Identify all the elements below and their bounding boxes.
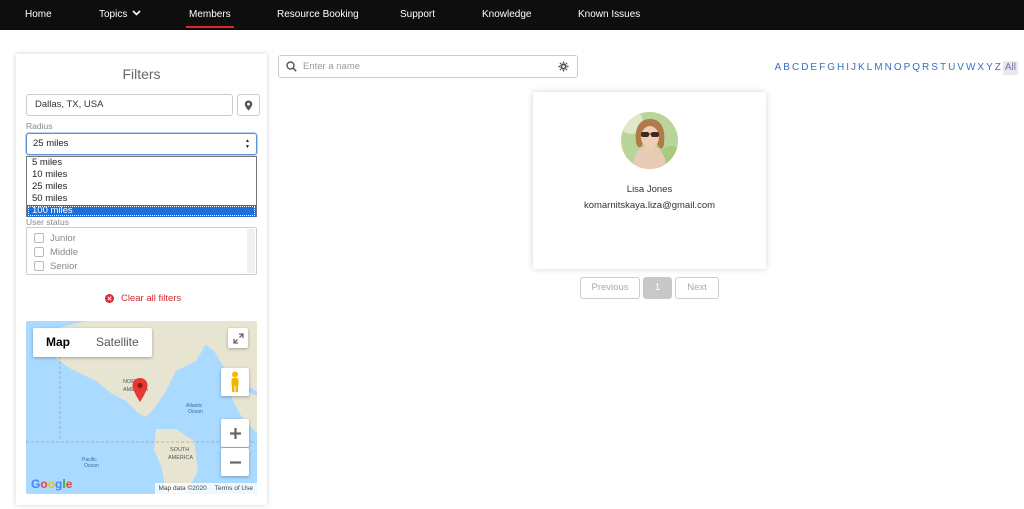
letter-j[interactable]: J <box>850 61 857 75</box>
svg-text:Ocean: Ocean <box>84 463 99 469</box>
gear-icon[interactable] <box>558 61 569 72</box>
letter-g[interactable]: G <box>826 61 836 75</box>
map-pin-icon <box>244 100 253 110</box>
radius-dropdown-list: 5 miles 10 miles 25 miles 50 miles 100 m… <box>26 156 257 217</box>
map-attribution: Map data ©2020 Terms of Use <box>154 483 257 494</box>
member-email: komarnitskaya.liza@gmail.com <box>583 200 716 211</box>
nav-support[interactable]: Support <box>400 0 435 30</box>
checkbox[interactable] <box>34 247 44 257</box>
plus-icon <box>229 427 241 439</box>
member-search-input[interactable]: Enter a name <box>278 55 578 78</box>
radius-option[interactable]: 25 miles <box>27 181 256 193</box>
letter-o[interactable]: O <box>893 61 903 75</box>
letter-w[interactable]: W <box>965 61 976 75</box>
map-marker-icon[interactable] <box>132 378 148 402</box>
letter-e[interactable]: E <box>809 61 818 75</box>
search-icon <box>286 61 297 72</box>
search-placeholder: Enter a name <box>303 61 361 72</box>
nav-topics[interactable]: Topics <box>99 0 141 30</box>
member-name[interactable]: Lisa Jones <box>533 184 766 195</box>
status-option-senior[interactable]: Senior <box>34 260 77 272</box>
clear-filters-button[interactable]: Clear all filters <box>105 293 181 304</box>
pegman-icon <box>231 371 239 392</box>
letter-t[interactable]: T <box>939 61 947 75</box>
letter-u[interactable]: U <box>947 61 956 75</box>
letter-z[interactable]: Z <box>994 61 1002 75</box>
map-type-satellite-button[interactable]: Satellite <box>83 328 152 357</box>
top-navbar: Home Topics Members Resource Booking Sup… <box>0 0 1024 30</box>
nav-members[interactable]: Members <box>186 0 234 30</box>
fullscreen-button[interactable] <box>228 328 248 348</box>
nav-resource-booking[interactable]: Resource Booking <box>277 0 359 30</box>
letter-r[interactable]: R <box>921 61 930 75</box>
zoom-in-button[interactable] <box>221 419 249 447</box>
status-option-junior[interactable]: Junior <box>34 232 76 244</box>
letter-y[interactable]: Y <box>985 61 994 75</box>
zoom-out-button[interactable] <box>221 448 249 476</box>
nav-known-issues[interactable]: Known Issues <box>578 0 640 30</box>
map-widget[interactable]: NORTH AMERICA Atlantic Ocean Pacific Oce… <box>26 321 257 494</box>
radius-select[interactable]: 25 miles ▲ ▼ <box>26 133 257 155</box>
letter-q[interactable]: Q <box>911 61 921 75</box>
radius-selected-value: 25 miles <box>33 138 69 149</box>
svg-text:SOUTH: SOUTH <box>170 447 189 453</box>
status-scrollbar[interactable] <box>247 229 255 273</box>
letter-a[interactable]: A <box>774 61 783 75</box>
filters-title: Filters <box>122 66 161 82</box>
nav-topics-label: Topics <box>99 9 128 20</box>
letter-f[interactable]: F <box>818 61 826 75</box>
checkbox[interactable] <box>34 233 44 243</box>
expand-icon <box>232 332 244 344</box>
svg-text:AMERICA: AMERICA <box>168 455 193 461</box>
user-status-list: Junior Middle Senior <box>26 227 257 275</box>
letter-v[interactable]: V <box>956 61 965 75</box>
letter-d[interactable]: D <box>800 61 809 75</box>
radius-option[interactable]: 50 miles <box>27 193 256 205</box>
location-input[interactable]: Dallas, TX, USA <box>26 94 233 116</box>
alphabet-filter: A B C D E F G H I J K L M N O P Q R S T … <box>774 61 1018 75</box>
pagination-previous-button[interactable]: Previous <box>580 277 640 299</box>
google-logo: Google <box>31 477 73 491</box>
radius-option[interactable]: 5 miles <box>27 157 256 169</box>
svg-text:Ocean: Ocean <box>188 409 203 415</box>
radius-label: Radius <box>26 121 53 131</box>
radius-option[interactable]: 10 miles <box>27 169 256 181</box>
letter-n[interactable]: N <box>884 61 893 75</box>
letter-k[interactable]: K <box>857 61 866 75</box>
letter-c[interactable]: C <box>791 61 800 75</box>
status-option-middle[interactable]: Middle <box>34 246 78 258</box>
letter-x[interactable]: X <box>976 61 985 75</box>
minus-icon <box>229 460 241 464</box>
nav-knowledge[interactable]: Knowledge <box>482 0 531 30</box>
letter-m[interactable]: M <box>873 61 883 75</box>
street-view-button[interactable] <box>221 368 249 396</box>
locate-button[interactable] <box>237 94 260 116</box>
pagination-next-button[interactable]: Next <box>675 277 719 299</box>
map-data-text: Map data ©2020 <box>158 485 207 492</box>
clear-x-icon <box>105 294 114 303</box>
status-option-label: Junior <box>50 232 76 244</box>
letter-h[interactable]: H <box>836 61 845 75</box>
pagination-page-1[interactable]: 1 <box>643 277 672 299</box>
member-card[interactable]: Lisa Jones komarnitskaya.liza@gmail.com <box>533 92 766 269</box>
user-status-label: User status <box>26 217 69 227</box>
select-arrows-icon: ▲ ▼ <box>245 138 250 150</box>
nav-home[interactable]: Home <box>25 0 52 30</box>
avatar <box>621 112 678 169</box>
letter-l[interactable]: L <box>866 61 874 75</box>
status-option-label: Middle <box>50 246 78 258</box>
status-option-label: Senior <box>50 260 78 272</box>
chevron-down-icon <box>132 10 141 16</box>
letter-all[interactable]: All <box>1002 61 1018 75</box>
checkbox[interactable] <box>34 261 44 271</box>
letter-p[interactable]: P <box>903 61 912 75</box>
terms-of-use-link[interactable]: Terms of Use <box>211 483 257 494</box>
map-type-map-button[interactable]: Map <box>33 328 83 357</box>
radius-option-highlighted[interactable]: 100 miles <box>27 205 256 217</box>
letter-b[interactable]: B <box>782 61 791 75</box>
map-type-control: Map Satellite <box>33 328 152 357</box>
letter-s[interactable]: S <box>930 61 939 75</box>
filters-panel: Filters Dallas, TX, USA Radius 25 miles … <box>16 54 267 505</box>
clear-filters-label: Clear all filters <box>121 293 182 304</box>
